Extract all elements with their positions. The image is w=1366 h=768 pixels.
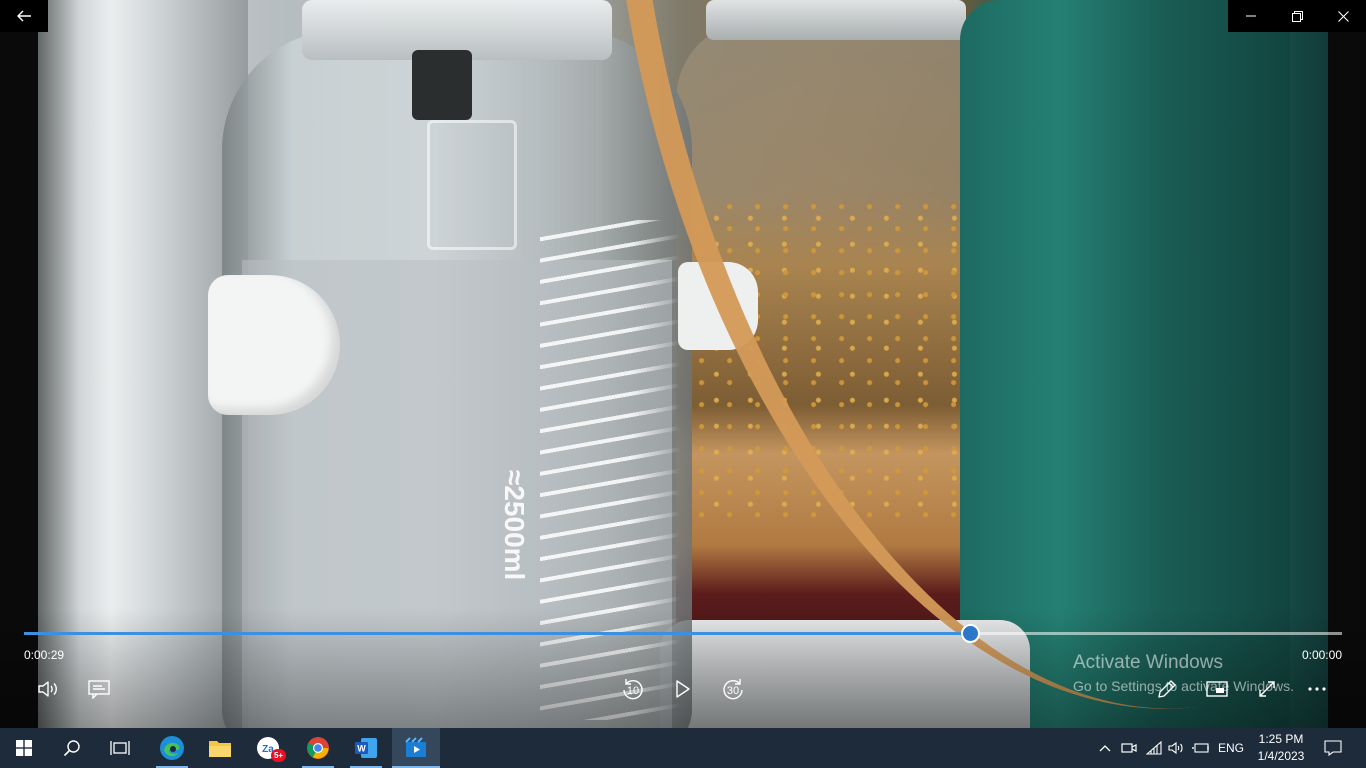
play-button[interactable]: [666, 673, 700, 705]
clock-date: 1/4/2023: [1257, 749, 1305, 763]
subtitles-icon: [88, 680, 110, 699]
skip-back-button[interactable]: 10: [616, 673, 650, 705]
folder-icon: [209, 741, 231, 757]
chat-notification-badge: 5+: [271, 749, 286, 762]
restore-button[interactable]: [1274, 0, 1320, 32]
watermark-title: Activate Windows: [1073, 652, 1223, 673]
taskbar-file-explorer[interactable]: [196, 728, 244, 768]
input-language[interactable]: ENG: [1214, 728, 1248, 768]
taskbar-movies-tv[interactable]: [392, 728, 440, 768]
camera-icon: [1121, 743, 1137, 753]
play-icon: [676, 680, 690, 698]
svg-text:W: W: [357, 744, 366, 754]
volume-tray-icon: [1168, 741, 1183, 755]
word-icon: W: [355, 738, 377, 758]
pencil-icon: [1158, 680, 1176, 698]
clock-time: 1:25 PM: [1258, 732, 1304, 746]
restore-icon: [1291, 10, 1303, 22]
task-view-button[interactable]: [96, 728, 144, 768]
action-center-button[interactable]: [1318, 728, 1348, 768]
start-button[interactable]: [0, 728, 48, 768]
skip-forward-label: 30: [726, 685, 740, 697]
remaining-time: 0:00:00: [1301, 648, 1342, 662]
battery-button[interactable]: [1190, 728, 1212, 768]
taskbar-edge[interactable]: [148, 728, 196, 768]
elapsed-time: 0:00:29: [24, 648, 65, 662]
windows-logo-icon: [16, 740, 32, 756]
tray-camera-app[interactable]: [1118, 728, 1140, 768]
more-options-button[interactable]: [1300, 673, 1334, 705]
mini-view-button[interactable]: [1200, 673, 1234, 705]
expand-icon: [1259, 681, 1275, 697]
clock[interactable]: 1:25 PM 1/4/2023: [1250, 728, 1312, 768]
seek-bar-progress: [24, 632, 971, 635]
skip-forward-button[interactable]: 30: [716, 673, 750, 705]
minimize-button[interactable]: [1228, 0, 1274, 32]
wifi-icon: [1146, 741, 1162, 755]
network-button[interactable]: [1142, 728, 1166, 768]
seek-bar[interactable]: [24, 624, 1342, 643]
battery-plug-icon: [1192, 743, 1209, 753]
edge-browser-icon: [160, 736, 184, 760]
task-view-icon: [110, 741, 130, 755]
video-frame[interactable]: ≈2500ml: [0, 0, 1366, 728]
volume-tray-button[interactable]: [1166, 728, 1188, 768]
show-hidden-icons-button[interactable]: [1094, 728, 1116, 768]
minimize-icon: [1246, 15, 1256, 17]
back-arrow-icon: [17, 10, 31, 22]
speaker-icon: [38, 681, 57, 697]
edit-button[interactable]: [1150, 673, 1184, 705]
video-volume-label: ≈2500ml: [499, 470, 530, 581]
close-button[interactable]: [1320, 0, 1366, 32]
skip-back-label: 10: [626, 685, 640, 697]
taskbar-chat-app[interactable]: Za 5+: [244, 728, 292, 768]
movies-tv-player-window: ≈2500ml 0:00:29 0:00:00 10 30 Activate W…: [0, 0, 1366, 768]
close-icon: [1337, 10, 1349, 22]
notification-icon: [1324, 740, 1342, 756]
search-icon: [63, 740, 80, 757]
ellipsis-icon: [1308, 687, 1326, 691]
movies-tv-icon: [405, 737, 426, 757]
taskbar-chrome[interactable]: [294, 728, 342, 768]
taskbar-word[interactable]: W: [342, 728, 390, 768]
chevron-up-icon: [1099, 745, 1111, 752]
window-controls: [1228, 0, 1366, 32]
subtitles-button[interactable]: [82, 673, 116, 705]
full-screen-button[interactable]: [1250, 673, 1284, 705]
chrome-browser-icon: [307, 737, 329, 759]
mini-view-icon: [1206, 681, 1228, 697]
search-button[interactable]: [48, 728, 96, 768]
taskbar: Za 5+ W ENG 1:25 PM 1/4/2023: [0, 728, 1366, 768]
back-button[interactable]: [0, 0, 48, 32]
volume-button[interactable]: [32, 673, 66, 705]
